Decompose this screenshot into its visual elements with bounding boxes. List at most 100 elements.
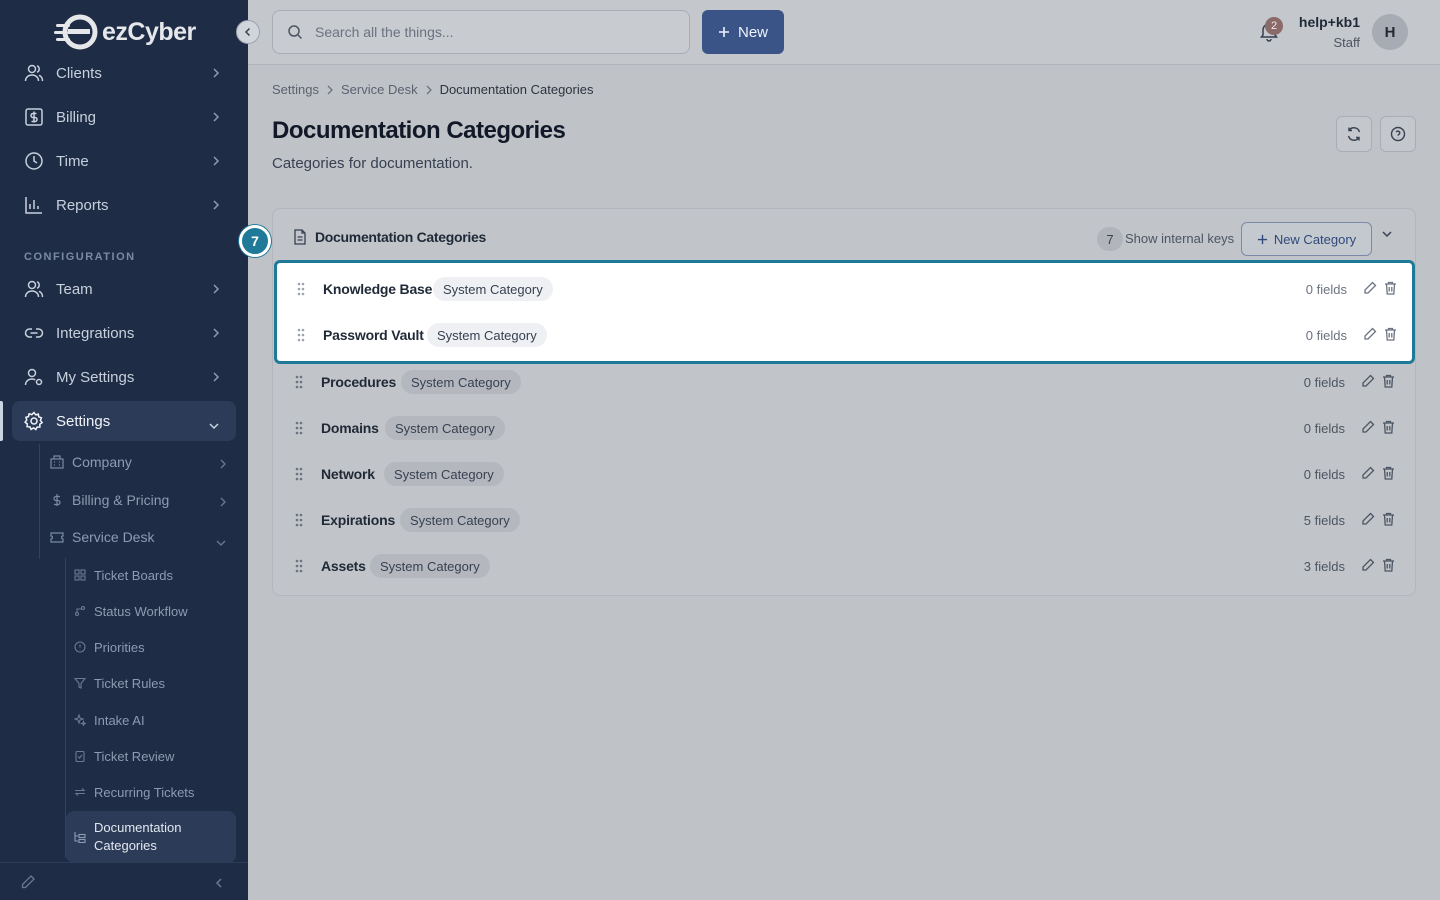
card-title: Documentation Categories [315,229,486,245]
category-name: Expirations [321,512,396,528]
system-category-tag: System Category [370,554,490,578]
sidebar-item-time[interactable]: Time [12,141,236,181]
collapse-sidebar-icon[interactable] [215,876,223,894]
drag-handle-icon[interactable] [295,513,303,527]
category-name: Knowledge Base [323,281,433,297]
chevron-right-icon [212,282,220,299]
sidebar-item-my-settings[interactable]: My Settings [12,357,236,397]
drag-handle-icon[interactable] [295,467,303,481]
sidebar-item-ticket-review[interactable]: Ticket Review [66,739,236,773]
active-indicator [0,401,3,441]
sidebar-item-team[interactable]: Team [12,269,236,309]
trash-icon[interactable] [1382,374,1395,388]
sidebar-item-billing[interactable]: Billing [12,97,236,137]
sidebar-item-reports[interactable]: Reports [12,185,236,225]
edit-icon[interactable] [20,874,36,895]
sidebar-item-ticket-boards[interactable]: Ticket Boards [66,558,236,592]
new-button[interactable]: New [702,10,784,54]
drag-handle-icon[interactable] [297,282,305,296]
sidebar-item-label: Service Desk [72,529,155,545]
sidebar-item-label: Settings [56,412,111,430]
category-row-password-vault[interactable]: Password Vault System Category 0 fields [275,312,1417,358]
edit-icon[interactable] [1361,374,1375,388]
trash-icon[interactable] [1382,512,1395,526]
brand-logo[interactable]: ezCyber [54,12,196,52]
sidebar-item-recurring-tickets[interactable]: Recurring Tickets [66,775,236,809]
category-name: Assets [321,558,366,574]
category-count: 7 [1097,227,1123,251]
highlighted-rows: Knowledge Base System Category 0 fields … [274,260,1415,364]
trash-icon[interactable] [1382,558,1395,572]
chevron-right-icon [212,154,220,171]
sidebar-item-label: Priorities [94,639,145,655]
document-icon [294,229,306,245]
sidebar-item-intake-ai[interactable]: Intake AI [66,703,236,737]
category-name: Domains [321,420,379,436]
search-input[interactable] [315,24,675,40]
sidebar-item-label: Integrations [56,324,135,342]
system-category-tag: System Category [401,370,521,394]
chevron-down-icon[interactable] [1381,230,1393,238]
chevron-right-icon [212,66,220,83]
sidebar-item-integrations[interactable]: Integrations [12,313,236,353]
category-row-domains[interactable]: Domains System Category 0 fields [273,405,1415,451]
breadcrumb-service-desk[interactable]: Service Desk [341,82,418,97]
field-count: 0 fields [1303,466,1345,482]
edit-icon[interactable] [1363,327,1377,341]
folder-tree-icon [74,831,86,843]
search-box[interactable] [272,10,690,54]
sidebar-item-settings[interactable]: Settings [12,401,236,441]
avatar[interactable]: H [1372,14,1408,50]
sidebar-item-label: Recurring Tickets [94,784,195,800]
refresh-button[interactable] [1336,116,1372,152]
drag-handle-icon[interactable] [295,375,303,389]
breadcrumb: Settings Service Desk Documentation Cate… [272,82,593,97]
drag-handle-icon[interactable] [295,559,303,573]
drag-handle-icon[interactable] [297,328,305,342]
field-count: 0 fields [1303,374,1345,390]
new-category-label: New Category [1273,231,1357,247]
category-row-procedures[interactable]: Procedures System Category 0 fields [273,359,1415,405]
trash-icon[interactable] [1382,466,1395,480]
edit-icon[interactable] [1361,466,1375,480]
category-row-assets[interactable]: Assets System Category 3 fields [273,543,1415,589]
sidebar-item-billing-pricing[interactable]: Billing & Pricing [40,482,236,518]
trash-icon[interactable] [1382,420,1395,434]
refresh-icon [1347,127,1361,141]
breadcrumb-settings[interactable]: Settings [272,82,319,97]
sidebar-item-documentation-categories[interactable]: Documentation Categories [66,811,236,863]
edit-icon[interactable] [1361,420,1375,434]
sidebar-item-label: Ticket Boards [94,567,173,583]
clipboard-check-icon [74,750,86,762]
sidebar-item-label: Status Workflow [94,603,188,619]
help-button[interactable] [1380,116,1416,152]
notification-badge: 2 [1265,17,1283,35]
repeat-icon [74,786,86,798]
workflow-icon [74,605,86,617]
edit-icon[interactable] [1361,512,1375,526]
chevron-down-icon [216,533,226,549]
chevron-down-icon [208,417,220,434]
edit-icon[interactable] [1363,281,1377,295]
trash-icon[interactable] [1384,281,1397,295]
sidebar-item-priorities[interactable]: Priorities [66,630,236,664]
category-row-knowledge-base[interactable]: Knowledge Base System Category 0 fields [275,266,1417,312]
dollar-icon [24,107,44,127]
sidebar-item-clients[interactable]: Clients [12,53,236,93]
brand-name: ezCyber [102,17,196,46]
category-row-expirations[interactable]: Expirations System Category 5 fields [273,497,1415,543]
sidebar-item-status-workflow[interactable]: Status Workflow [66,594,236,628]
edit-icon[interactable] [1361,558,1375,572]
new-category-button[interactable]: New Category [1241,222,1372,256]
top-bar: New 2 help+kb1 Staff H [248,0,1440,65]
sidebar-item-company[interactable]: Company [40,444,236,480]
show-internal-keys-toggle[interactable]: Show internal keys [1125,231,1234,246]
sidebar-item-ticket-rules[interactable]: Ticket Rules [66,666,236,700]
drag-handle-icon[interactable] [295,421,303,435]
page-title: Documentation Categories [272,117,566,144]
sidebar-item-service-desk[interactable]: Service Desk [40,519,236,555]
collapse-sidebar-button[interactable] [236,20,260,44]
trash-icon[interactable] [1384,327,1397,341]
sidebar-item-label: Time [56,152,89,170]
category-row-network[interactable]: Network System Category 0 fields [273,451,1415,497]
